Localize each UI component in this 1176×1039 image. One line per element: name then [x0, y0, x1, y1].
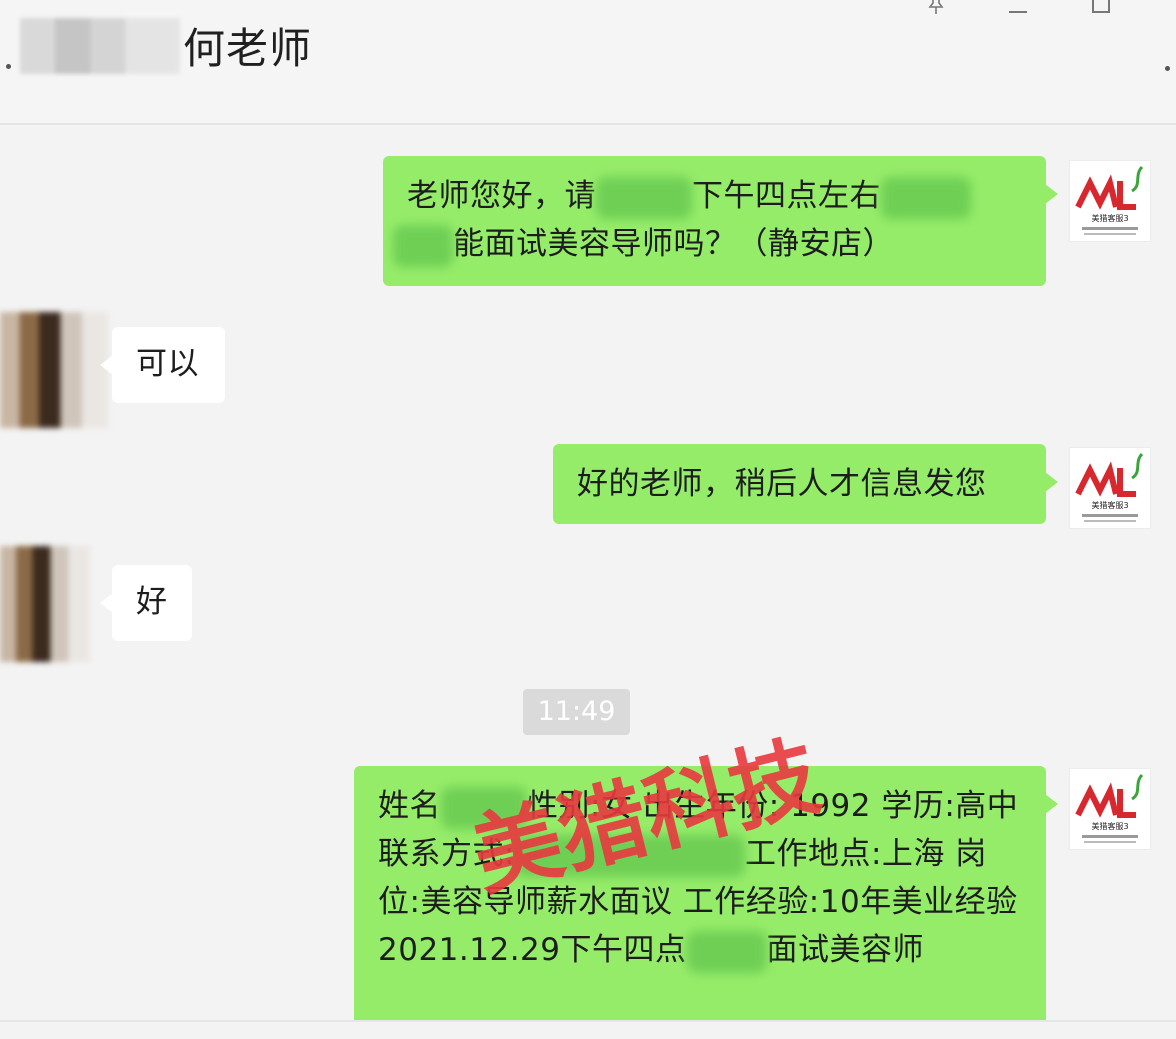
meilie-logo-icon: 美猎客服3: [1075, 165, 1144, 235]
input-area-edge: [0, 1020, 1176, 1039]
my-avatar[interactable]: 美猎客服3: [1069, 160, 1151, 242]
message-text: 好的老师，稍后人才信息发您: [577, 466, 987, 502]
redacted-text: [881, 176, 971, 219]
more-options-icon[interactable]: [1165, 66, 1170, 71]
message-bubble-incoming[interactable]: 好: [100, 565, 192, 641]
logo-caption: 美猎客服3: [1091, 213, 1128, 223]
minimize-icon[interactable]: [1003, 0, 1033, 16]
redacted-text: [596, 176, 692, 219]
redacted-text: [686, 930, 767, 973]
meilie-logo-icon: 美猎客服3: [1075, 773, 1144, 843]
my-avatar[interactable]: 美猎客服3: [1069, 447, 1151, 529]
message-text: 下午四点左右: [692, 178, 881, 214]
logo-caption: 美猎客服3: [1091, 500, 1128, 510]
my-avatar[interactable]: 美猎客服3: [1069, 768, 1151, 850]
message-text: 好: [136, 584, 168, 620]
message-bubble-incoming[interactable]: 可以: [100, 327, 225, 403]
redacted-title-prefix: [20, 18, 180, 74]
message-bubble-outgoing[interactable]: 好的老师，稍后人才信息发您: [553, 444, 1058, 524]
chat-header: 何老师: [0, 0, 1176, 125]
logo-caption: 美猎客服3: [1091, 821, 1128, 831]
header-dot: [6, 64, 11, 69]
message-text: 可以: [136, 346, 199, 382]
message-timestamp: 11:49: [523, 689, 630, 735]
message-text: 面试美容师: [766, 932, 924, 968]
message-text: 姓名: [378, 788, 441, 824]
contact-avatar[interactable]: [0, 312, 108, 428]
maximize-icon[interactable]: [1086, 0, 1116, 16]
chat-title: 何老师: [183, 24, 313, 73]
contact-avatar[interactable]: [0, 546, 90, 662]
message-text: 老师您好，请: [407, 178, 596, 214]
meilie-logo-icon: 美猎客服3: [1075, 452, 1144, 522]
message-text: 能面试美容导师吗？（静安店）: [453, 226, 894, 262]
message-bubble-outgoing[interactable]: 老师您好，请 下午四点左右 能面试美容导师吗？（静安店）: [383, 156, 1058, 286]
redacted-text: [393, 224, 453, 267]
pin-icon[interactable]: [921, 0, 951, 16]
